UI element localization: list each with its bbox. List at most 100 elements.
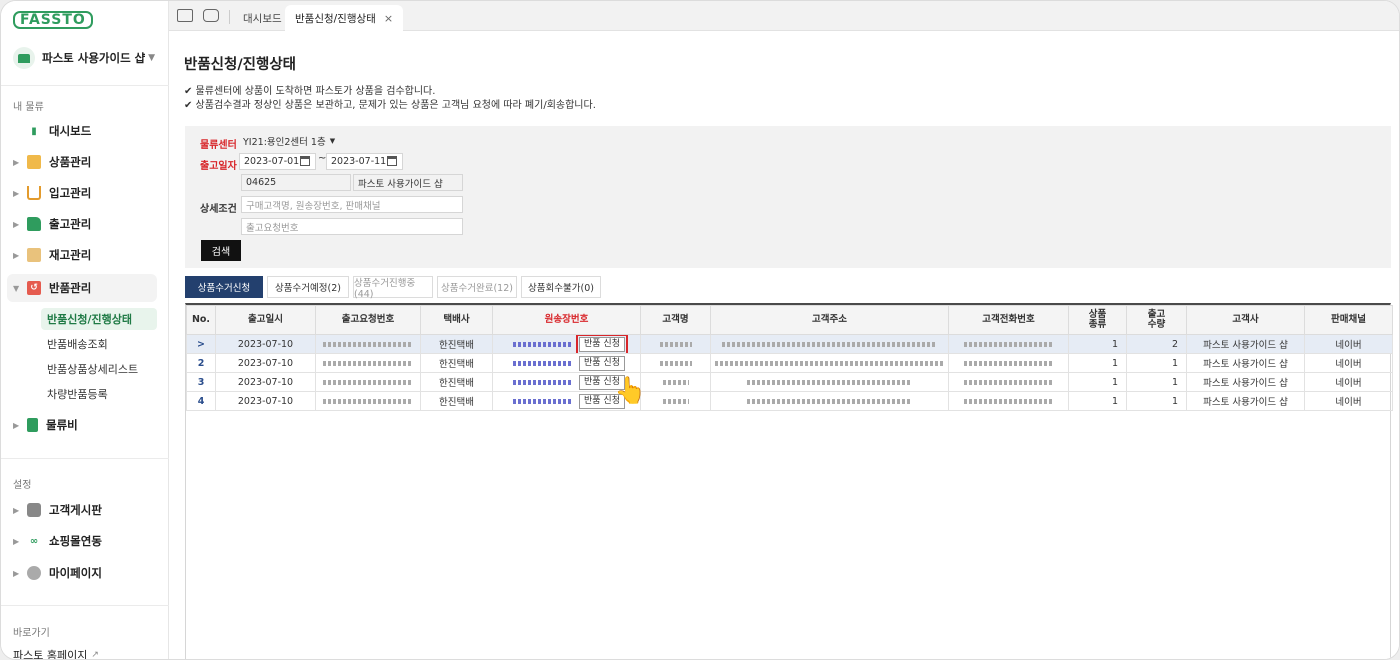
cell-ship-date: 2023-07-10 bbox=[215, 372, 316, 392]
sidebar-item-dashboard[interactable]: ▮ 대시보드 bbox=[7, 117, 157, 145]
tab-pickup-failed[interactable]: 상품회수불가(0) bbox=[521, 276, 601, 298]
calendar-icon[interactable] bbox=[387, 156, 397, 166]
dropdown-arrow-icon: ▼ bbox=[329, 136, 336, 145]
section-my-logistics: 내 물류 bbox=[13, 102, 44, 113]
chevron-down-icon: ▼ bbox=[148, 53, 155, 63]
cell-customer-address bbox=[710, 353, 949, 373]
center-select-value: YI21:용인2센터 1층 bbox=[243, 136, 326, 148]
return-icon: ↺ bbox=[27, 281, 41, 295]
tab-pickup-in-progress[interactable]: 상품수거진행중(44) bbox=[353, 276, 433, 300]
sidebar-item-logistics-fee[interactable]: ▶ 물류비 bbox=[7, 411, 157, 439]
book-icon bbox=[27, 418, 38, 432]
table-row[interactable]: 3 2023-07-10 한진택배 반품 신청 1 1 파스토 사용가이드 샵 … bbox=[186, 372, 1393, 392]
table-row[interactable]: > 2023-07-10 한진택배 반품 신청 1 2 파스토 사용가이드 샵 … bbox=[186, 334, 1393, 354]
app-window: FASSTO 파스토 사용가이드 샵 ▼ 내 물류 ▮ 대시보드 ▶ 상품관리 … bbox=[0, 0, 1400, 660]
sidebar-item-label: 물류비 bbox=[46, 418, 78, 432]
center-select[interactable]: YI21:용인2센터 1층 ▼ bbox=[239, 132, 339, 149]
sidebar-toggle-icon[interactable] bbox=[177, 9, 193, 22]
cell-customer-phone bbox=[948, 372, 1069, 392]
sidebar-item-label: 쇼핑몰연동 bbox=[49, 534, 102, 548]
divider bbox=[1, 605, 169, 606]
row-number: 4 bbox=[186, 391, 216, 411]
bar-chart-icon: ▮ bbox=[31, 125, 37, 137]
homepage-link[interactable]: 파스토 홈페이지 ↗ bbox=[13, 647, 99, 659]
col-courier[interactable]: 택배사 bbox=[420, 305, 493, 335]
chevron-right-icon: ▶ bbox=[13, 420, 20, 430]
cell-client: 파스토 사용가이드 샵 bbox=[1186, 353, 1305, 373]
sidebar-subitem-return-detail[interactable]: 반품상품상세리스트 bbox=[41, 358, 157, 380]
shop-selector[interactable]: 파스토 사용가이드 샵 ▼ bbox=[9, 43, 161, 73]
cell-product-types: 1 bbox=[1068, 391, 1127, 411]
cell-customer-phone bbox=[948, 391, 1069, 411]
detail-search-input[interactable]: 구매고객명, 원송장번호, 판매채널 bbox=[241, 196, 463, 213]
table-row[interactable]: 2 2023-07-10 한진택배 반품 신청 1 1 파스토 사용가이드 샵 … bbox=[186, 353, 1393, 373]
sidebar-item-returns[interactable]: ▼ ↺ 반품관리 bbox=[7, 274, 157, 302]
calendar-icon[interactable] bbox=[300, 156, 310, 166]
cell-customer-address bbox=[710, 372, 949, 392]
return-request-button[interactable]: 반품 신청 bbox=[579, 355, 625, 371]
tab-bar: 대시보드 반품신청/진행상태 × bbox=[169, 1, 1399, 31]
cell-customer-address bbox=[710, 391, 949, 411]
chevron-right-icon: ▶ bbox=[13, 219, 20, 229]
chevron-right-icon: ▶ bbox=[13, 568, 20, 578]
col-customer-address[interactable]: 고객주소 bbox=[710, 305, 949, 335]
cell-ship-qty: 1 bbox=[1126, 372, 1187, 392]
customer-code-field: 04625 bbox=[241, 174, 351, 191]
col-client[interactable]: 고객사 bbox=[1186, 305, 1305, 335]
cell-product-types: 1 bbox=[1068, 372, 1127, 392]
row-selector[interactable]: > bbox=[186, 334, 216, 354]
sidebar-subitem-return-request[interactable]: 반품신청/진행상태 bbox=[41, 308, 157, 330]
date-from-field[interactable]: 2023-07-01 bbox=[239, 153, 316, 170]
sidebar-item-outbound[interactable]: ▶ 출고관리 bbox=[7, 210, 157, 238]
tab-return-request[interactable]: 반품신청/진행상태 × bbox=[285, 5, 404, 31]
col-customer-phone[interactable]: 고객전화번호 bbox=[948, 305, 1069, 335]
sidebar-item-mall-link[interactable]: ▶ ∞ 쇼핑몰연동 bbox=[7, 527, 157, 555]
customer-code-value: 04625 bbox=[246, 177, 277, 188]
sidebar-subitem-return-tracking[interactable]: 반품배송조회 bbox=[41, 333, 157, 355]
sidebar-item-label: 상품관리 bbox=[49, 155, 92, 169]
col-customer-name[interactable]: 고객명 bbox=[640, 305, 711, 335]
sidebar-item-products[interactable]: ▶ 상품관리 bbox=[7, 148, 157, 176]
tab-pickup-complete[interactable]: 상품수거완료(12) bbox=[437, 276, 517, 298]
date-to-value: 2023-07-11 bbox=[331, 156, 387, 167]
chevron-down-icon: ▼ bbox=[13, 283, 20, 293]
sidebar-item-label: 반품관리 bbox=[49, 281, 92, 295]
cell-customer-name bbox=[640, 334, 711, 354]
tab-dashboard[interactable]: 대시보드 bbox=[233, 5, 292, 31]
col-order-no[interactable]: 출고요청번호 bbox=[315, 305, 421, 335]
fassto-logo[interactable]: FASSTO bbox=[13, 11, 93, 29]
window-settings-icon[interactable] bbox=[203, 9, 219, 22]
section-settings: 설정 bbox=[13, 480, 32, 491]
sidebar-item-inventory[interactable]: ▶ 재고관리 bbox=[7, 241, 157, 269]
notice-line: ✔ 상품검수결과 정상인 상품은 보관하고, 문제가 있는 상품은 고객님 요청… bbox=[184, 100, 596, 111]
cell-order-no bbox=[315, 372, 421, 392]
order-number-input[interactable]: 출고요청번호 bbox=[241, 218, 463, 235]
tab-pickup-request[interactable]: 상품수거신청 bbox=[185, 276, 263, 298]
box-icon bbox=[27, 155, 41, 169]
cell-courier: 한진택배 bbox=[420, 334, 493, 354]
sidebar-subitem-vehicle-return[interactable]: 차량반품등록 bbox=[41, 383, 157, 405]
sidebar-item-inbound[interactable]: ▶ 입고관리 bbox=[7, 179, 157, 207]
col-ship-date[interactable]: 출고일시 bbox=[215, 305, 316, 335]
boxes-icon bbox=[27, 248, 41, 262]
table-row[interactable]: 4 2023-07-10 한진택배 반품 신청 1 1 파스토 사용가이드 샵 … bbox=[186, 391, 1393, 411]
sidebar-item-board[interactable]: ▶ 고객게시판 bbox=[7, 496, 157, 524]
cell-product-types: 1 bbox=[1068, 334, 1127, 354]
sidebar-item-mypage[interactable]: ▶ 마이페이지 bbox=[7, 559, 157, 587]
col-channel[interactable]: 판매채널 bbox=[1304, 305, 1393, 335]
chevron-right-icon: ▶ bbox=[13, 157, 20, 167]
sidebar-item-label: 입고관리 bbox=[49, 186, 92, 200]
col-invoice-no[interactable]: 원송장번호 bbox=[492, 305, 641, 335]
col-ship-qty[interactable]: 출고 수량 bbox=[1126, 305, 1187, 335]
tab-pickup-scheduled[interactable]: 상품수거예정(2) bbox=[267, 276, 349, 298]
col-product-types[interactable]: 상품 종류 bbox=[1068, 305, 1127, 335]
cell-ship-date: 2023-07-10 bbox=[215, 391, 316, 411]
date-to-field[interactable]: 2023-07-11 bbox=[326, 153, 403, 170]
return-request-button[interactable]: 반품 신청 bbox=[576, 335, 628, 353]
search-button[interactable]: 검색 bbox=[201, 240, 241, 261]
close-icon[interactable]: × bbox=[384, 12, 393, 25]
date-from-value: 2023-07-01 bbox=[244, 156, 300, 167]
store-icon bbox=[13, 47, 35, 69]
search-filter-panel: 물류센터 YI21:용인2센터 1층 ▼ 출고일자 2023-07-01 ~ 2… bbox=[185, 126, 1391, 268]
row-number: 2 bbox=[186, 353, 216, 373]
